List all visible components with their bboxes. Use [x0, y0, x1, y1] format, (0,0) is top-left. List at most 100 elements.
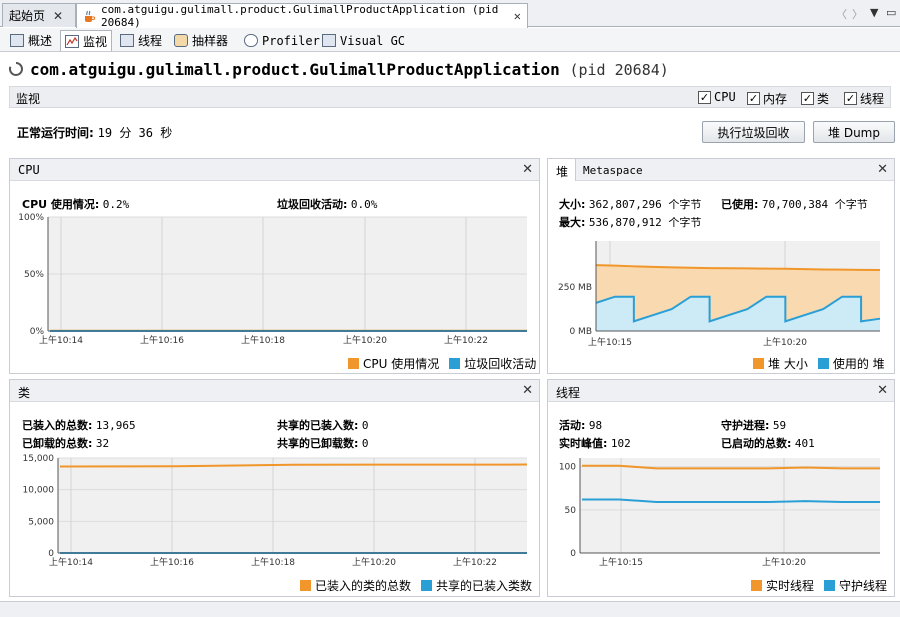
panel-header: 线程 ✕	[548, 380, 894, 402]
cpu-chart: 100%50%0%上午10:14 上午10:16 上午10:18 上午10:20 上午1…	[18, 213, 527, 346]
daemon-threads-stat: 守护进程: 59	[721, 417, 786, 433]
close-icon[interactable]: ✕	[53, 9, 63, 23]
chevron-left-icon[interactable]: 〈	[836, 6, 847, 22]
close-icon[interactable]: ✕	[514, 9, 521, 23]
legend-item: 堆 大小	[768, 357, 808, 371]
stat-label: 活动:	[559, 419, 586, 432]
x-tick-label: 上午10:20	[352, 556, 396, 568]
threads-chart: 100 50 0 上午10:15 上午10:20	[559, 458, 880, 568]
heap-chart: 250 MB 0 MB上午10:15 上午10:20	[558, 241, 881, 348]
x-tick-label: 上午10:16	[150, 556, 194, 568]
panel-header: CPU ✕	[10, 159, 539, 181]
check-icon: ✓	[747, 92, 760, 105]
panel-title: 类	[18, 386, 31, 400]
app-name: com.atguigu.gulimall.product.GulimallPro…	[30, 60, 560, 79]
threads-icon	[120, 34, 134, 47]
classes-legend: 已装入的类的总数 共享的已装入类数	[300, 577, 532, 594]
stat-value: 0	[361, 437, 369, 450]
y-tick-label: 15,000	[23, 454, 55, 464]
y-tick-label: 50%	[24, 270, 44, 280]
tab-application-label: com.atguigu.gulimall.product.GulimallPro…	[101, 3, 499, 29]
subtab-monitor[interactable]: 监视	[60, 30, 113, 51]
y-tick-label: 0 MB	[569, 327, 592, 337]
stat-label: 实时峰值:	[559, 437, 608, 450]
checkbox-label: 类	[817, 92, 830, 106]
subtab-label: Profiler	[262, 33, 320, 48]
panel-title: CPU	[18, 163, 40, 177]
legend-swatch	[421, 580, 433, 591]
window-menu-icon[interactable]: ▭	[886, 6, 896, 19]
legend-swatch	[348, 358, 359, 369]
sampler-icon	[174, 34, 188, 47]
checkbox-cpu[interactable]: ✓ CPU	[698, 90, 736, 104]
subtab-profiler[interactable]: Profiler	[240, 30, 324, 51]
plot-area	[580, 458, 880, 553]
stat-value: 0	[361, 419, 369, 432]
legend-swatch	[300, 580, 311, 591]
tab-application[interactable]: com.atguigu.gulimall.product.GulimallPro…	[76, 3, 528, 29]
live-threads-stat: 活动: 98	[559, 417, 602, 433]
loading-spinner-icon	[8, 61, 24, 77]
tab-metaspace[interactable]: Metaspace	[583, 164, 643, 177]
heap-max-stat: 最大: 536,870,912 个字节	[559, 214, 701, 230]
threads-panel: 线程 ✕ 活动: 98 守护进程: 59 实时峰值: 102 已启动的总数: 4…	[547, 379, 895, 597]
x-tick-label: 上午10:14	[39, 334, 83, 346]
chevron-right-icon[interactable]: 〉	[852, 6, 863, 22]
subtab-sampler[interactable]: 抽样器	[170, 30, 232, 51]
x-tick-label: 上午10:20	[763, 336, 807, 348]
x-tick-label: 上午10:22	[444, 334, 488, 346]
tab-start-page[interactable]: 起始页 ✕	[2, 3, 76, 27]
heap-panel: 堆 Metaspace ✕ 大小: 362,807,296 个字节 已使用: 7…	[547, 158, 895, 374]
panel-title: 线程	[556, 386, 581, 400]
legend-swatch	[824, 580, 836, 591]
subtab-label: Visual GC	[340, 33, 406, 48]
close-icon[interactable]: ✕	[522, 383, 533, 398]
plot-area	[58, 458, 527, 553]
checkbox-threads[interactable]: ✓ 线程	[844, 90, 884, 107]
close-icon[interactable]: ✕	[522, 162, 533, 177]
stat-label: 已卸载的总数:	[22, 437, 93, 450]
stat-label: 已装入的总数:	[22, 419, 93, 432]
shared-unloaded-stat: 共享的已卸载数: 0	[277, 435, 369, 451]
subtab-label: 监视	[83, 34, 108, 49]
uptime: 正常运行时间: 19 分 36 秒	[17, 124, 172, 141]
check-icon: ✓	[801, 92, 814, 105]
stat-label: CPU 使用情况:	[22, 198, 100, 211]
stat-value: 536,870,912 个字节	[588, 216, 702, 229]
close-icon[interactable]: ✕	[877, 383, 888, 398]
heap-used-stat: 已使用: 70,700,384 个字节	[721, 196, 868, 212]
stat-label: 已启动的总数:	[721, 437, 792, 450]
x-tick-label: 上午10:14	[49, 556, 93, 568]
y-tick-label: 10,000	[23, 486, 55, 496]
heap-dump-button[interactable]: 堆 Dump	[813, 121, 895, 143]
check-icon: ✓	[844, 92, 857, 105]
uptime-value: 19 分 36 秒	[97, 126, 173, 140]
stat-value: 102	[610, 437, 631, 450]
stat-value: 98	[588, 419, 603, 432]
subtab-overview[interactable]: 概述	[6, 30, 56, 51]
x-tick-label: 上午10:16	[140, 334, 184, 346]
checkbox-classes[interactable]: ✓ 类	[801, 90, 829, 107]
threads-legend: 实时线程 守护线程	[751, 577, 887, 594]
checkbox-label: 线程	[860, 92, 885, 106]
close-icon[interactable]: ✕	[877, 162, 888, 177]
checkbox-label: 内存	[763, 92, 788, 106]
visual-gc-icon	[322, 34, 336, 47]
tab-heap[interactable]: 堆	[548, 159, 576, 181]
perform-gc-button[interactable]: 执行垃圾回收	[702, 121, 805, 143]
gc-activity-stat: 垃圾回收活动: 0.0%	[277, 196, 377, 212]
subtab-visual-gc[interactable]: Visual GC	[318, 30, 409, 51]
legend-swatch	[817, 358, 829, 369]
subtab-threads[interactable]: 线程	[116, 30, 166, 51]
legend-item: 实时线程	[766, 579, 815, 593]
loaded-classes-stat: 已装入的总数: 13,965	[22, 417, 136, 433]
app-pid: (pid 20684)	[569, 61, 669, 79]
checkbox-memory[interactable]: ✓ 内存	[747, 90, 787, 107]
chevron-down-icon[interactable]: ▼	[870, 6, 878, 19]
tab-start-label: 起始页	[9, 9, 46, 23]
x-tick-label: 上午10:20	[762, 556, 806, 568]
shared-loaded-stat: 共享的已装入数: 0	[277, 417, 369, 433]
legend-item: 守护线程	[839, 579, 888, 593]
legend-item: 垃圾回收活动	[464, 357, 537, 371]
cpu-usage-stat: CPU 使用情况: 0.2%	[22, 196, 129, 212]
